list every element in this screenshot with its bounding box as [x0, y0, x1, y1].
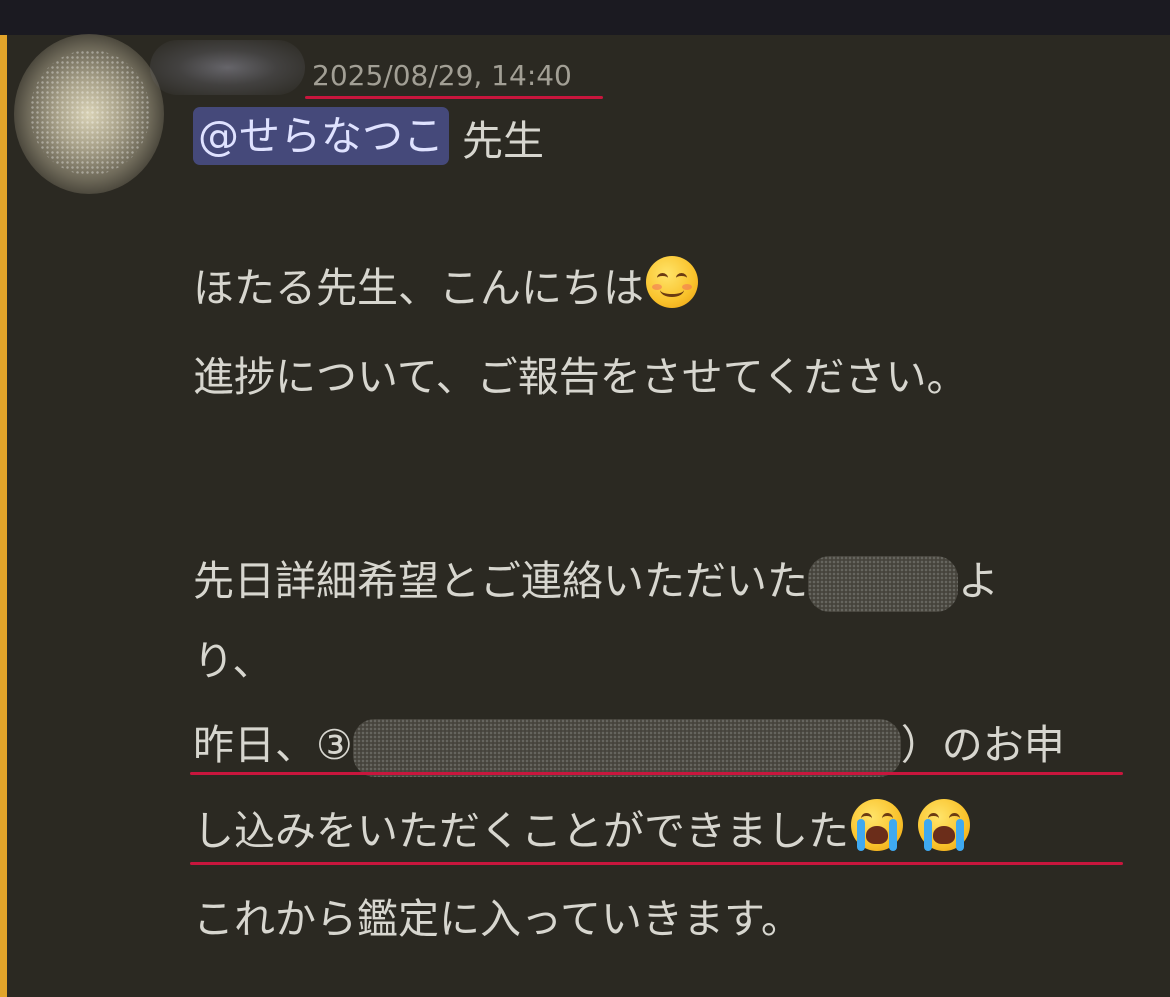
mention-suffix: 先生 [449, 117, 545, 165]
mention-line: @せらなつこ 先生 [193, 106, 544, 176]
greeting-text: ほたる先生、こんにちは [193, 264, 644, 312]
crying-face-icon [851, 799, 903, 851]
smiling-face-icon [646, 256, 698, 308]
application-line: 昨日、③ ）のお申 [193, 710, 1065, 780]
mention-highlight-bar [0, 35, 7, 997]
user-mention[interactable]: @せらなつこ [193, 107, 449, 165]
annotation-underline [190, 772, 1123, 775]
closing-line: これから鑑定に入っていきます。 [193, 884, 802, 954]
application-text: 昨日、③ [193, 721, 353, 769]
redacted-text-blur [352, 719, 901, 777]
username-redacted[interactable] [150, 40, 305, 95]
redacted-text-blur [808, 556, 958, 612]
application-text-end: ）のお申 [900, 721, 1065, 769]
timestamp-underline [305, 96, 603, 99]
message-timestamp[interactable]: 2025/08/29, 14:40 [312, 58, 572, 94]
report-text: 進捗について、ご報告をさせてください。 [193, 353, 968, 401]
crying-face-icon [918, 799, 971, 851]
annotation-underline [190, 862, 1123, 865]
report-line: 進捗について、ご報告をさせてください。 [193, 342, 968, 412]
contact-text: 先日詳細希望とご連絡いただいた [193, 557, 808, 605]
greeting-line: ほたる先生、こんにちは [193, 253, 698, 323]
application-line-wrap: し込みをいただくことができました [193, 796, 971, 866]
contact-line-wrap: り、 [193, 626, 273, 696]
window-top-bar [0, 0, 1170, 35]
avatar-blur-overlay [30, 50, 150, 175]
contact-wrap-text: り、 [193, 637, 274, 685]
closing-text: これから鑑定に入っていきます。 [193, 895, 802, 943]
application-wrap-text: し込みをいただくことができました [193, 807, 849, 855]
contact-text-end: よ [958, 557, 999, 605]
contact-line: 先日詳細希望とご連絡いただいた よ [193, 546, 999, 616]
